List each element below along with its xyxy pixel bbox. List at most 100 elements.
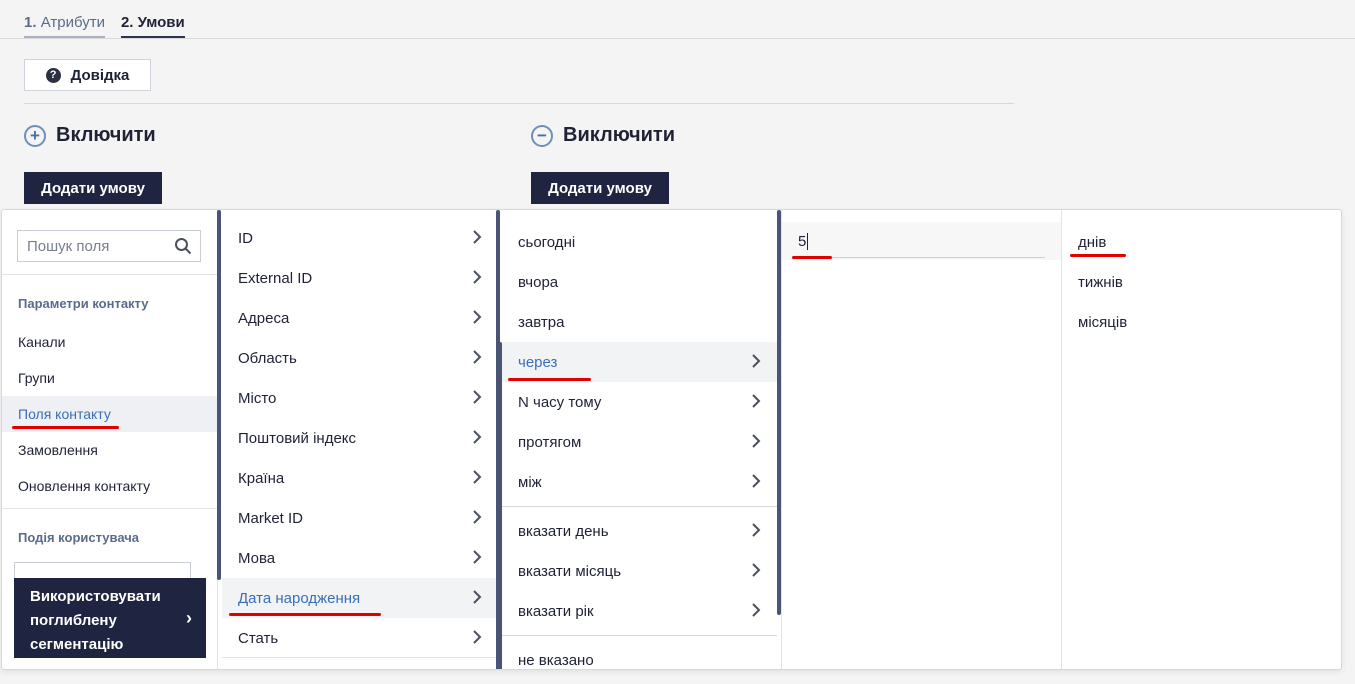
field-item-gender[interactable]: Стать [222, 618, 498, 658]
tab-conditions-num: 2. [120, 14, 134, 31]
chevron-right-icon [473, 350, 482, 364]
field-item-label: Market ID [238, 509, 304, 527]
field-item-label: Стать [238, 629, 279, 647]
help-button[interactable]: ? Довідка [24, 59, 151, 91]
chevron-right-icon [473, 430, 482, 444]
include-heading: + Включити [24, 124, 156, 147]
field-item-id[interactable]: ID [222, 218, 498, 258]
date-cond-between[interactable]: між [501, 462, 777, 502]
search-icon[interactable] [174, 237, 192, 255]
amount-input[interactable]: 5 [782, 222, 1061, 260]
field-item-label: Мова [238, 549, 276, 567]
field-item-birth-date[interactable]: Дата народження [222, 578, 498, 618]
tabs-divider [0, 38, 1355, 39]
divider [501, 635, 777, 636]
highlight-mark-in [508, 378, 591, 381]
chevron-right-icon [473, 550, 482, 564]
date-cond-tomorrow[interactable]: завтра [501, 302, 777, 342]
date-cond-not-specified[interactable]: не вказано [501, 640, 777, 669]
field-item-region[interactable]: Область [222, 338, 498, 378]
chevron-right-icon [473, 270, 482, 284]
date-cond-label: між [518, 473, 542, 491]
amount-column: 5 [782, 210, 1062, 669]
field-item-postal-code[interactable]: Поштовий індекс [222, 418, 498, 458]
date-cond-n-ago[interactable]: N часу тому [501, 382, 777, 422]
field-item-language[interactable]: Мова [222, 538, 498, 578]
tab-conditions-label: Умови [137, 14, 185, 31]
field-item-city[interactable]: Місто [222, 378, 498, 418]
question-circle-icon: ? [45, 67, 61, 83]
chevron-right-icon [473, 230, 482, 244]
date-cond-within[interactable]: протягом [501, 422, 777, 462]
field-item-market-id[interactable]: Market ID [222, 498, 498, 538]
include-title: Включити [56, 124, 156, 146]
category-item-groups[interactable]: Групи [2, 360, 218, 396]
group-title-user-event: Подія користувача [18, 530, 140, 545]
include-add-condition-button[interactable]: Додати умову [24, 172, 162, 204]
category-item-channels[interactable]: Канали [2, 324, 218, 360]
category-item-orders[interactable]: Замовлення [2, 432, 218, 468]
deep-segmentation-button[interactable]: Використовувати поглиблену сегментацію › [14, 578, 206, 658]
group-title-contact-params: Параметри контакту [18, 296, 149, 311]
field-search-input[interactable]: Пошук поля [17, 230, 201, 262]
section-divider [24, 103, 1014, 104]
chevron-right-icon [752, 354, 761, 368]
unit-item-weeks[interactable]: тижнів [1063, 262, 1341, 302]
tab-attributes-num: 1. [24, 14, 37, 31]
exclude-add-condition-button[interactable]: Додати умову [531, 172, 669, 204]
field-item-label: External ID [238, 269, 313, 287]
tab-attributes-label: Атрибути [40, 14, 105, 31]
help-button-label: Довідка [70, 66, 130, 84]
step-tabs: 1. Атрибути 2. Умови [24, 14, 185, 39]
field-item-label: Дата народження [238, 589, 361, 607]
date-cond-in[interactable]: через [501, 342, 777, 382]
field-search-placeholder: Пошук поля [27, 237, 110, 255]
date-cond-label: вказати рік [518, 602, 594, 620]
unit-column: днів тижнів місяців [1063, 210, 1341, 669]
field-item-address[interactable]: Адреса [222, 298, 498, 338]
date-cond-today[interactable]: сьогодні [501, 222, 777, 262]
scrollbar-categories[interactable] [217, 210, 221, 580]
scrollbar-date-conditions-left[interactable] [498, 342, 502, 669]
divider [501, 506, 777, 507]
exclude-title: Виключити [563, 124, 676, 146]
scrollbar-date-conditions[interactable] [777, 210, 781, 615]
chevron-right-icon [473, 630, 482, 644]
unit-item-months[interactable]: місяців [1063, 302, 1341, 342]
chevron-right-icon [752, 563, 761, 577]
contact-fields-column: ID External ID Адреса Область Місто Пошт… [222, 210, 499, 669]
chevron-right-icon [473, 310, 482, 324]
tab-conditions[interactable]: 2. Умови [120, 14, 185, 39]
date-cond-yesterday[interactable]: вчора [501, 262, 777, 302]
highlight-mark-amount [792, 256, 832, 259]
field-category-column: Пошук поля Параметри контакту Канали Гру… [2, 210, 218, 669]
field-item-label: Поштовий індекс [238, 429, 357, 447]
divider [2, 274, 218, 275]
chevron-right-icon [752, 434, 761, 448]
date-cond-specify-month[interactable]: вказати місяць [501, 551, 777, 591]
tab-attributes[interactable]: 1. Атрибути [24, 14, 105, 39]
date-cond-label: вказати день [518, 522, 609, 540]
chevron-right-icon [473, 510, 482, 524]
plus-circle-icon: + [24, 124, 46, 147]
exclude-heading: − Виключити [531, 124, 675, 147]
field-item-country[interactable]: Країна [222, 458, 498, 498]
deep-segmentation-label: Використовувати поглиблену сегментацію [30, 588, 161, 653]
field-item-label: Область [238, 349, 297, 367]
date-cond-specify-day[interactable]: вказати день [501, 511, 777, 551]
date-cond-label: протягом [518, 433, 582, 451]
field-item-label: ID [238, 229, 253, 247]
highlight-mark-days [1070, 254, 1126, 257]
date-cond-label: N часу тому [518, 393, 602, 411]
condition-picker-dropdown: Пошук поля Параметри контакту Канали Гру… [1, 209, 1342, 670]
field-item-label: Місто [238, 389, 277, 407]
text-caret [807, 232, 809, 250]
date-cond-specify-year[interactable]: вказати рік [501, 591, 777, 631]
category-item-contact-update[interactable]: Оновлення контакту [2, 468, 218, 504]
field-item-external-id[interactable]: External ID [222, 258, 498, 298]
date-condition-column: сьогодні вчора завтра через N часу тому … [501, 210, 782, 669]
chevron-right-icon: › [186, 608, 192, 628]
highlight-mark-birth-date [229, 613, 381, 616]
chevron-right-icon [473, 590, 482, 604]
field-item-label: Адреса [238, 309, 290, 327]
